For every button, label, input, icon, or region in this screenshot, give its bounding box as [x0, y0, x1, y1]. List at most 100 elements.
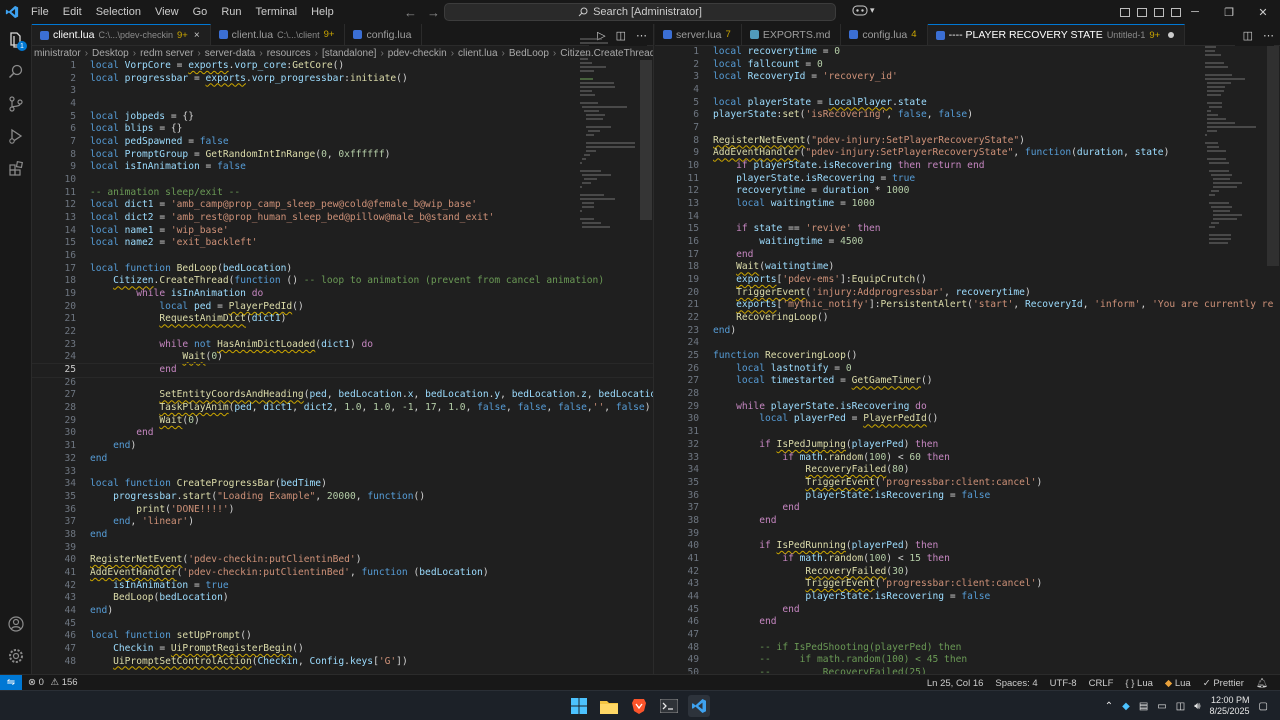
tab-left-2[interactable]: config.lua	[345, 24, 423, 45]
problems-indicator[interactable]: ⊗ 0 ⚠ 156	[22, 677, 84, 688]
breadcrumb-item[interactable]: Desktop	[90, 48, 131, 59]
code-line: 2 local fallcount = 0	[655, 59, 1280, 72]
source-control-icon[interactable]	[0, 88, 32, 120]
toggle-secondary-sidebar-icon[interactable]	[1154, 7, 1164, 17]
network-icon[interactable]: ◫	[1176, 701, 1185, 712]
tab-right-0[interactable]: server.lua 7	[655, 24, 742, 45]
tab-left-1[interactable]: client.lua C:\...\client 9+	[210, 24, 346, 45]
menu-edit[interactable]: Edit	[56, 0, 89, 24]
tab-right-1[interactable]: EXPORTS.md	[741, 24, 842, 45]
code-line: 15 if state == 'revive' then	[655, 223, 1280, 236]
menu-terminal[interactable]: Terminal	[249, 0, 305, 24]
command-center-search[interactable]: Search [Administrator]	[444, 3, 836, 21]
scrollbar-right[interactable]	[1267, 46, 1279, 266]
back-arrow-icon[interactable]: ←	[404, 5, 417, 20]
minimap-right[interactable]	[1205, 46, 1275, 646]
breadcrumb-item[interactable]: redm server	[138, 48, 195, 59]
extensions-icon[interactable]	[0, 152, 32, 184]
code-line: 34 RecoveryFailed(80)	[655, 464, 1280, 477]
breadcrumb-item[interactable]: pdev-checkin	[386, 48, 449, 59]
code-editor-right[interactable]: 1 local recoverytime = 0 2 local fallcount …	[655, 46, 1280, 674]
tray-app2-icon[interactable]: ▤	[1139, 701, 1148, 712]
copilot-icon[interactable]	[852, 4, 868, 19]
search-view-icon[interactable]	[0, 56, 32, 88]
menu-file[interactable]: File	[24, 0, 56, 24]
code-line: 15 local name2 = 'exit_backleft'	[32, 237, 653, 250]
clock[interactable]: 12:00 PM 8/25/2025	[1210, 695, 1250, 717]
terminal-icon[interactable]	[658, 695, 680, 717]
code-line: 41 AddEventHandler ('pdev-checkin:putClien…	[32, 567, 653, 580]
menu-view[interactable]: View	[148, 0, 186, 24]
volume-icon[interactable]: 🔊︎	[1194, 701, 1200, 712]
code-token: ,	[1140, 299, 1153, 311]
vscode-taskbar-icon[interactable]	[688, 695, 710, 717]
code-line: 20 TriggerEvent('injury:Addprogressbar',…	[655, 287, 1280, 300]
code-line: 44 end)	[32, 605, 653, 618]
close-window-icon[interactable]: ✕	[1246, 6, 1280, 19]
file-explorer-icon[interactable]	[598, 695, 620, 717]
code-token: local	[90, 161, 125, 173]
language-status[interactable]: { } Lua	[1119, 678, 1159, 689]
code-line: 21 RequestAnimDict(dict1)	[32, 313, 653, 326]
code-token: function	[234, 275, 281, 287]
menu-run[interactable]: Run	[214, 0, 248, 24]
line-number: 1	[70, 60, 76, 71]
breadcrumb-item[interactable]: BedLoop	[507, 48, 551, 59]
breadcrumb-item[interactable]: server-data	[203, 48, 258, 59]
run-and-debug-icon[interactable]	[0, 120, 32, 152]
copilot-dropdown-icon[interactable]: ▾	[870, 5, 875, 16]
notification-center-icon[interactable]: ▢	[1259, 701, 1268, 712]
tab-right-3[interactable]: ---- PLAYER RECOVERY STATE Untitled-1 9+	[927, 24, 1186, 45]
encoding[interactable]: UTF-8	[1044, 678, 1083, 689]
code-editor-left[interactable]: 1 local VorpCore = exports.vorp_core:GetC…	[32, 60, 653, 674]
lua-plugin-indicator[interactable]: ◆ Lua	[1159, 678, 1197, 689]
forward-arrow-icon[interactable]: →	[427, 5, 440, 20]
minimap-line	[580, 90, 592, 92]
maximize-icon[interactable]: ❐	[1212, 6, 1246, 19]
menu-selection[interactable]: Selection	[89, 0, 148, 24]
minimize-icon[interactable]: ─	[1178, 6, 1212, 18]
tray-overflow-icon[interactable]: ⌃	[1105, 701, 1113, 712]
explorer-icon[interactable]: 1	[0, 24, 32, 56]
more-actions-icon[interactable]: ⋯	[1263, 29, 1274, 42]
line-source: -- if math.random(100) < 45 then	[713, 654, 967, 667]
code-token: ()	[332, 60, 345, 71]
breadcrumb-item[interactable]: [standalone]	[320, 48, 379, 59]
minimap-line	[1205, 74, 1232, 76]
line-number: 23	[64, 338, 76, 350]
close-tab-icon[interactable]: ×	[194, 30, 200, 41]
accounts-icon[interactable]	[0, 608, 32, 640]
tab-right-2[interactable]: config.lua 4	[841, 24, 928, 45]
menu-help[interactable]: Help	[304, 0, 341, 24]
tab-left-0[interactable]: client.lua C:\...\pdev-checkin 9+ ×	[32, 24, 211, 45]
toggle-panel-icon[interactable]	[1137, 7, 1147, 17]
code-token: bedLocation	[419, 566, 483, 578]
line-number: 7	[70, 136, 76, 148]
manage-gear-icon[interactable]	[0, 640, 32, 672]
windows-start-icon[interactable]	[568, 695, 590, 717]
notifications-bell-icon[interactable]: 🔔︎	[1250, 678, 1274, 689]
menu-go[interactable]: Go	[186, 0, 215, 24]
cursor-position[interactable]: Ln 25, Col 16	[921, 678, 990, 689]
split-editor-icon[interactable]: ◫	[1243, 29, 1253, 42]
minimap-line	[1213, 186, 1237, 188]
scrollbar-left[interactable]	[640, 60, 652, 220]
breadcrumb-item[interactable]: ministrator	[32, 48, 83, 59]
end-of-line[interactable]: CRLF	[1083, 678, 1120, 689]
remote-indicator-icon[interactable]: ⇋	[0, 674, 22, 691]
brave-browser-icon[interactable]	[628, 695, 650, 717]
indentation[interactable]: Spaces: 4	[989, 678, 1043, 689]
code-token: =	[816, 46, 835, 57]
minimap-line	[586, 150, 596, 152]
line-source: end	[713, 604, 799, 617]
breadcrumb-item[interactable]: resources	[265, 48, 313, 59]
breadcrumb-item[interactable]: client.lua	[456, 48, 499, 59]
code-token: )	[107, 604, 114, 616]
toggle-primary-sidebar-icon[interactable]	[1120, 7, 1130, 17]
tray-app-icon[interactable]: ◆	[1122, 701, 1130, 712]
prettier-indicator[interactable]: ✓ Prettier	[1197, 678, 1250, 689]
display-icon[interactable]: ▭	[1157, 701, 1166, 712]
